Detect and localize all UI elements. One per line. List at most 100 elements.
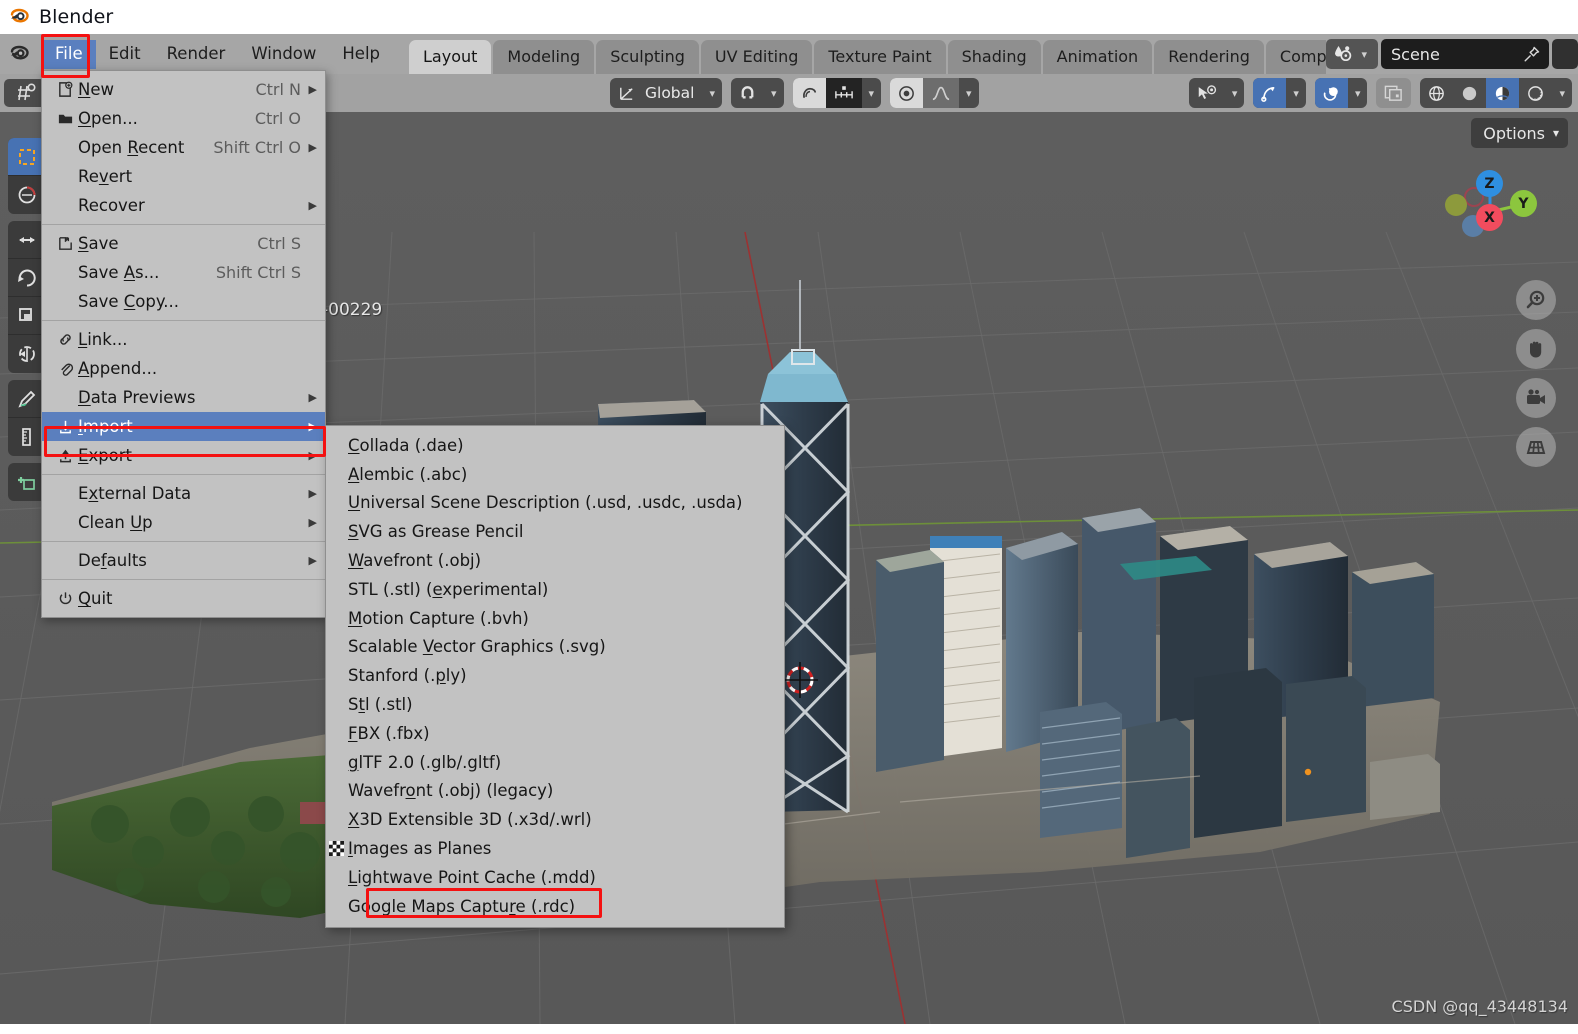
shading-mode-group[interactable]: ▾ (1420, 78, 1572, 108)
xray-toggle-icon[interactable] (1376, 78, 1411, 108)
tab-rendering[interactable]: Rendering (1154, 40, 1264, 74)
submenu-item-motion-capture[interactable]: Motion Capture (.bvh) (326, 604, 784, 633)
menu-render[interactable]: Render (154, 40, 239, 69)
submenu-item-x3d[interactable]: X3D Extensible 3D (.x3d/.wrl) (326, 805, 784, 834)
submenu-item-label: Stl (.stl) (348, 695, 413, 715)
menu-item-export[interactable]: Export ▶ (42, 441, 325, 470)
gizmo-axis-x[interactable]: X (1476, 204, 1503, 231)
menu-item-defaults[interactable]: Defaults ▶ (42, 546, 325, 575)
submenu-item-fbx[interactable]: FBX (.fbx) (326, 719, 784, 748)
zoom-magnifier-icon[interactable] (1516, 280, 1556, 320)
menu-item-save-as[interactable]: Save As... Shift Ctrl S (42, 258, 325, 287)
menu-window[interactable]: Window (238, 40, 329, 69)
submenu-item-gltf[interactable]: glTF 2.0 (.glb/.gltf) (326, 748, 784, 777)
menu-item-link[interactable]: Link... (42, 325, 325, 354)
chevron-right-icon: ▶ (308, 449, 317, 462)
menu-item-clean-up[interactable]: Clean Up ▶ (42, 508, 325, 537)
menu-help[interactable]: Help (329, 40, 393, 69)
menu-item-data-previews[interactable]: Data Previews ▶ (42, 383, 325, 412)
chevron-right-icon: ▶ (308, 199, 317, 212)
scene-name-value: Scene (1391, 44, 1440, 64)
menu-item-save-copy[interactable]: Save Copy... (42, 287, 325, 316)
tab-layout[interactable]: Layout (409, 40, 492, 74)
view-axis-gizmo[interactable]: Z Y X (1442, 164, 1538, 260)
orientation-axes-icon (610, 78, 643, 108)
overlays-group[interactable]: ▾ (1314, 78, 1368, 108)
view-layer-field[interactable] (1552, 39, 1578, 69)
submenu-item-wavefront-obj[interactable]: Wavefront (.obj) (326, 546, 784, 575)
tab-uv-editing[interactable]: UV Editing (700, 40, 813, 74)
menu-item-save[interactable]: Save Ctrl S (42, 229, 325, 258)
tab-texture-paint[interactable]: Texture Paint (814, 40, 946, 74)
viewport-options-button[interactable]: Options ▾ (1471, 118, 1568, 148)
menu-item-revert[interactable]: Revert (42, 162, 325, 191)
submenu-item-alembic[interactable]: Alembic (.abc) (326, 460, 784, 489)
submenu-item-stl[interactable]: Stl (.stl) (326, 690, 784, 719)
camera-view-icon[interactable] (1516, 378, 1556, 418)
open-folder-icon (52, 110, 78, 127)
menu-item-label: Quit (78, 589, 113, 608)
visibility-selectability-icon[interactable] (1189, 78, 1225, 108)
tab-animation[interactable]: Animation (1042, 40, 1153, 74)
magnet-icon[interactable] (792, 78, 826, 108)
menu-item-external-data[interactable]: External Data ▶ (42, 479, 325, 508)
tab-shading[interactable]: Shading (947, 40, 1041, 74)
proportional-edit-icon[interactable] (890, 78, 924, 108)
menu-item-label: Data Previews (78, 388, 196, 407)
scene-browse-button[interactable]: ▾ (1326, 39, 1378, 69)
gizmo-axis-z[interactable]: Z (1476, 170, 1503, 197)
shading-rendered-icon[interactable] (1519, 78, 1552, 108)
falloff-curve-icon[interactable] (923, 78, 960, 108)
toggle-perspective-ortho-icon[interactable] (1516, 427, 1556, 467)
overlays-icon[interactable] (1314, 78, 1348, 108)
topbar-blender-icon[interactable] (0, 34, 40, 74)
menu-item-new[interactable]: New Ctrl N ▶ (42, 75, 325, 104)
submenu-item-label: Wavefront (.obj) (348, 551, 482, 571)
submenu-item-google-maps-capture[interactable]: Google Maps Capture (.rdc) (326, 892, 784, 921)
gizmo-icon[interactable] (1253, 78, 1287, 108)
menu-item-quit[interactable]: Quit (42, 584, 325, 613)
submenu-item-stanford-ply[interactable]: Stanford (.ply) (326, 661, 784, 690)
shading-chevron-icon[interactable]: ▾ (1552, 87, 1572, 100)
proportional-editing-group[interactable]: ▾ (792, 78, 882, 108)
chevron-down-icon[interactable]: ▾ (1225, 87, 1245, 100)
submenu-item-images-as-planes[interactable]: Images as Planes (326, 834, 784, 863)
gizmo-group[interactable]: ▾ (1253, 78, 1306, 108)
submenu-item-stl-experimental[interactable]: STL (.stl) (experimental) (326, 575, 784, 604)
menu-item-import[interactable]: Import ▶ (42, 412, 325, 441)
gizmo-axis-y[interactable]: Y (1510, 190, 1537, 217)
snap-magnet-icon (731, 78, 764, 108)
menu-item-open[interactable]: Open... Ctrl O (42, 104, 325, 133)
xray-toggle-group[interactable] (1376, 78, 1412, 108)
menu-item-label: Open Recent (78, 138, 185, 157)
proportional-size-icon[interactable] (825, 78, 862, 108)
menu-item-recover[interactable]: Recover ▶ (42, 191, 325, 220)
submenu-item-collada[interactable]: Collada (.dae) (326, 431, 784, 460)
submenu-item-svg[interactable]: Scalable Vector Graphics (.svg) (326, 633, 784, 662)
submenu-item-lightwave-point-cache[interactable]: Lightwave Point Cache (.mdd) (326, 863, 784, 892)
chevron-down-icon[interactable]: ▾ (1286, 87, 1306, 100)
menu-edit[interactable]: Edit (96, 40, 154, 69)
tab-sculpting[interactable]: Sculpting (596, 40, 699, 74)
submenu-item-usd[interactable]: Universal Scene Description (.usd, .usdc… (326, 489, 784, 518)
chevron-down-icon: ▾ (709, 86, 715, 100)
transform-orientation-group[interactable]: Global ▾ (610, 78, 722, 108)
chevron-down-icon[interactable]: ▾ (1348, 87, 1368, 100)
window-title-bar: Blender (0, 0, 1578, 34)
submenu-item-wavefront-obj-legacy[interactable]: Wavefront (.obj) (legacy) (326, 777, 784, 806)
pin-icon[interactable] (1522, 45, 1541, 64)
falloff-group[interactable]: ▾ (890, 78, 979, 108)
visibility-group[interactable]: ▾ (1188, 78, 1245, 108)
pan-hand-icon[interactable] (1516, 329, 1556, 369)
submenu-item-svg-grease-pencil[interactable]: SVG as Grease Pencil (326, 517, 784, 546)
shading-solid-icon[interactable] (1453, 78, 1486, 108)
shading-wireframe-icon[interactable] (1420, 78, 1453, 108)
shading-material-preview-icon[interactable] (1486, 78, 1520, 108)
menu-file[interactable]: File (42, 39, 96, 69)
menu-item-open-recent[interactable]: Open Recent Shift Ctrl O ▶ (42, 133, 325, 162)
menu-separator (42, 224, 325, 225)
tab-modeling[interactable]: Modeling (493, 40, 595, 74)
snap-group[interactable]: ▾ (730, 78, 784, 108)
menu-item-append[interactable]: Append... (42, 354, 325, 383)
scene-name-field[interactable]: Scene (1381, 39, 1549, 69)
